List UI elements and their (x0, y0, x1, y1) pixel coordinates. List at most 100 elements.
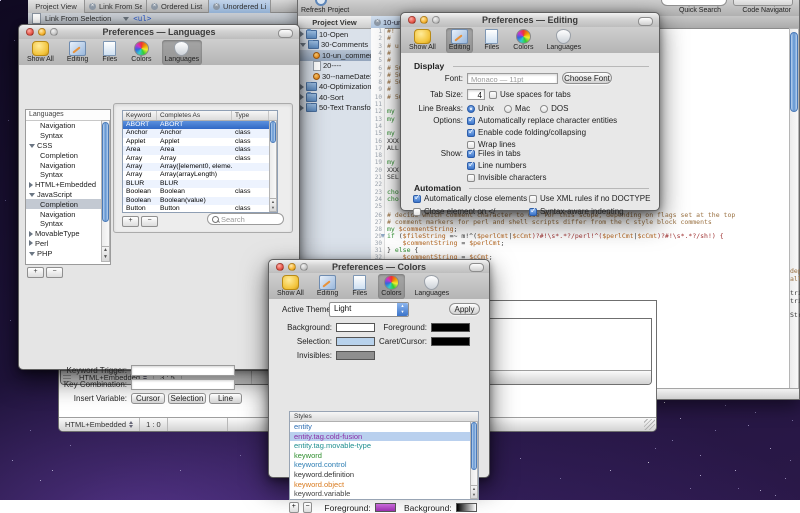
editor-scrollbar-thumb[interactable] (790, 32, 798, 112)
background-tab[interactable]: ×Ordered List Fro... (147, 0, 209, 13)
tab-close-icon[interactable]: × (374, 19, 381, 26)
checkbox-row[interactable]: Syntax-aware indenting (529, 207, 653, 216)
add-keyword-button[interactable]: + (122, 216, 139, 227)
search-field[interactable]: Search (207, 213, 284, 225)
background-tab[interactable]: ×Unordered List F (209, 0, 271, 13)
background-tab[interactable]: ×Link From Selection (85, 0, 147, 13)
color-swatch[interactable] (336, 351, 375, 360)
checkbox-row[interactable]: Close element on </ (413, 207, 529, 216)
disclosure-icon[interactable] (29, 240, 33, 246)
checkbox-row[interactable]: Automatically close elements (413, 194, 529, 203)
title-bar[interactable]: Preferences — Colors (269, 260, 489, 274)
active-theme-dropdown[interactable]: Light ▲▼ (329, 302, 409, 317)
toolbar-item-editing[interactable]: Editing (314, 274, 341, 299)
toolbar-item-files[interactable]: Files (480, 28, 503, 53)
toolbar-item-files[interactable]: Files (348, 274, 371, 299)
project-tree-item[interactable]: 30--nameDateStr (298, 71, 371, 82)
toolbar-item-colors[interactable]: Colors (510, 28, 536, 53)
project-tree-item[interactable]: 50-Text Transform (298, 103, 371, 114)
keyword-table[interactable]: KeywordCompletes AsType ABORTABORTAnchor… (122, 110, 278, 213)
disclosure-icon[interactable] (300, 94, 304, 100)
toolbar-item-files[interactable]: Files (98, 40, 121, 65)
choose-font-button[interactable]: Choose Font (562, 72, 612, 84)
toolbar-item-editing[interactable]: Editing (64, 40, 91, 65)
table-row[interactable]: ABORTABORT (123, 121, 277, 129)
sidebar-item-navigation[interactable]: Navigation (26, 121, 110, 131)
project-tree-item[interactable]: 40-Optimization (298, 82, 371, 93)
disclosure-icon[interactable] (300, 31, 304, 37)
styles-scroll-arrows[interactable]: ▲▼ (471, 485, 477, 498)
table-row[interactable]: ArrayArrayclass (123, 155, 277, 163)
table-row[interactable]: BooleanBooleanclass (123, 188, 277, 196)
disclosure-icon[interactable] (29, 193, 35, 197)
color-swatch[interactable] (431, 337, 470, 346)
color-swatch[interactable] (336, 337, 375, 346)
sidebar-item-movabletype[interactable]: MovableType (26, 229, 110, 239)
style-item[interactable]: keyword.definition (290, 470, 478, 480)
add-language-button[interactable]: + (27, 267, 44, 278)
project-tree-item[interactable]: 40-Sort (298, 92, 371, 103)
use-spaces-checkbox-row[interactable]: Use spaces for tabs (489, 90, 571, 99)
radio-mac[interactable]: Mac (504, 104, 530, 113)
apply-button[interactable]: Apply (449, 303, 480, 315)
refresh-project-label[interactable]: Refresh Project (301, 7, 349, 14)
styles-scrollbar[interactable]: ▲▼ (470, 421, 478, 499)
quick-search-input[interactable] (661, 0, 727, 6)
table-row[interactable]: BLURBLUR (123, 180, 277, 188)
language-selector[interactable]: HTML+Embedded (59, 418, 140, 431)
styles-list[interactable]: Styles entityentity.tag.cold-fusionentit… (289, 411, 479, 500)
disclosure-icon[interactable] (29, 231, 33, 237)
table-row[interactable]: AppletAppletclass (123, 138, 277, 146)
font-field[interactable]: Monaco — 11pt (467, 73, 558, 84)
sidebar-item-perl[interactable]: Perl (26, 239, 110, 249)
tab-close-icon[interactable]: × (213, 3, 220, 10)
disclosure-icon[interactable] (300, 105, 304, 111)
refresh-project-icon[interactable] (315, 0, 327, 6)
disclosure-icon[interactable] (300, 84, 304, 90)
sidebar-item-completion[interactable]: Completion (26, 199, 110, 209)
disclosure-icon[interactable] (29, 144, 35, 148)
style-item[interactable]: keyword.object (290, 480, 478, 490)
sidebar-item-syntax[interactable]: Syntax (26, 219, 110, 229)
disclosure-icon[interactable] (29, 182, 33, 188)
checkbox-row[interactable]: Invisible characters (467, 173, 546, 182)
code-navigator-button[interactable] (733, 0, 793, 6)
key-combination-input[interactable] (131, 379, 235, 390)
tab-close-icon[interactable]: × (151, 3, 158, 10)
sidebar-item-css[interactable]: CSS (26, 141, 110, 151)
style-item[interactable]: keyword.variable (290, 489, 478, 499)
checkbox-row[interactable]: Files in tabs (467, 149, 546, 158)
editor-scrollbar[interactable] (789, 28, 799, 389)
style-foreground-swatch[interactable] (375, 503, 396, 512)
add-style-button[interactable]: + (289, 502, 299, 513)
style-item[interactable]: entity.tag.cold-fusion (290, 432, 478, 442)
toolbar-item-colors[interactable]: Colors (128, 40, 154, 65)
sidebar-item-navigation[interactable]: Navigation (26, 160, 110, 170)
toolbar-item-languages[interactable]: Languages (412, 274, 453, 299)
title-bar[interactable]: Preferences — Editing (401, 13, 659, 28)
title-bar[interactable]: Preferences — Languages (19, 25, 299, 40)
table-row[interactable]: ArrayArray(arrayLength) (123, 171, 277, 179)
remove-language-button[interactable]: − (46, 267, 63, 278)
sidebar-item-javascript[interactable]: JavaScript (26, 190, 110, 200)
sidebar-item-syntax[interactable]: Syntax (26, 170, 110, 180)
table-scrollbar[interactable]: ▲▼ (269, 120, 277, 212)
style-item[interactable]: entity.tag.movable-type (290, 441, 478, 451)
toolbar-item-editing[interactable]: Editing (446, 28, 473, 53)
disclosure-icon[interactable] (29, 252, 35, 256)
style-item[interactable]: keyword.control (290, 460, 478, 470)
table-scrollbar-thumb[interactable] (270, 121, 276, 143)
toolbar-item-show-all[interactable]: Show All (274, 274, 307, 299)
sidebar-scrollbar-thumb[interactable] (102, 122, 109, 222)
keyword-trigger-input[interactable] (131, 365, 235, 376)
selection-button[interactable]: Selection (168, 393, 206, 404)
styles-scrollbar-thumb[interactable] (471, 422, 477, 470)
toolbar-collapse-button[interactable] (638, 17, 653, 26)
resize-grip[interactable] (644, 419, 655, 430)
sidebar-item-php[interactable]: PHP (26, 248, 110, 258)
sidebar-item-html+embedded[interactable]: HTML+Embedded (26, 180, 110, 190)
table-row[interactable]: AnchorAnchorclass (123, 129, 277, 137)
checkbox-row[interactable]: Use spaces for tabs (489, 90, 571, 99)
style-item[interactable]: entity (290, 422, 478, 432)
line-button[interactable]: Line (209, 393, 242, 404)
